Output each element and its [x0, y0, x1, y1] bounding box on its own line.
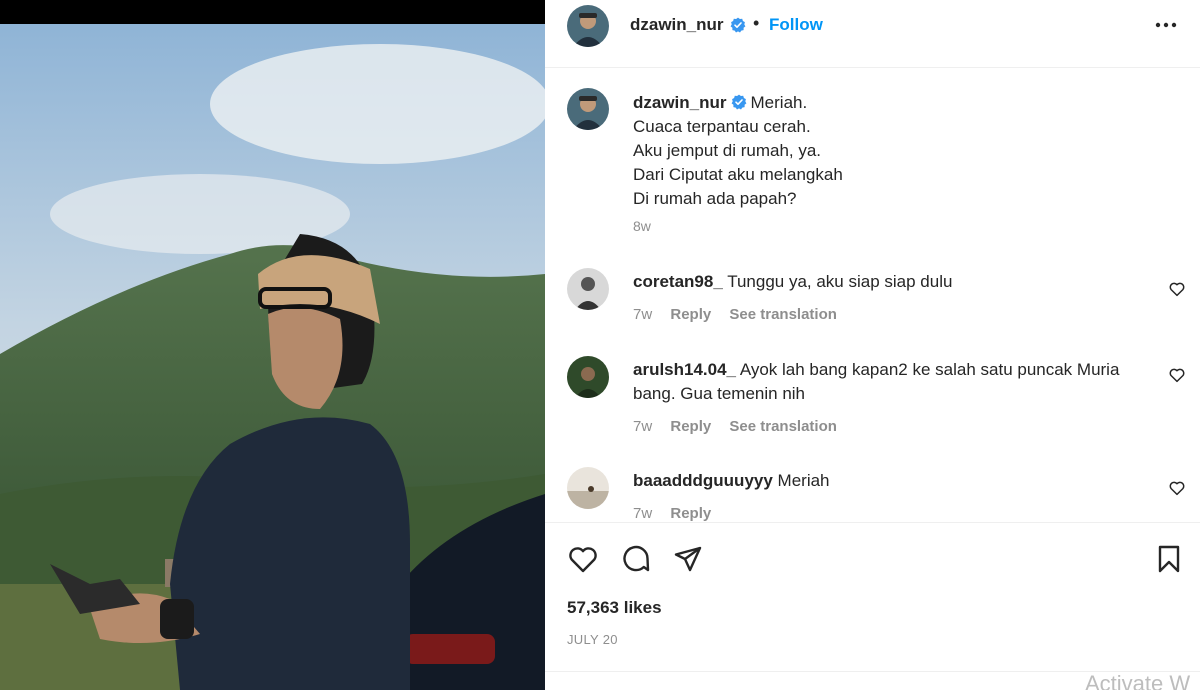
comment-time: 7w	[633, 505, 653, 522]
comment-meta: 7w Reply See translation	[633, 306, 851, 323]
comment-text: Tunggu ya, aku siap siap dulu	[727, 272, 953, 291]
post-details-panel: dzawin_nur • Follow dzawin_nur Meriah. C…	[545, 0, 1200, 690]
comment-time: 7w	[633, 418, 653, 435]
heart-icon[interactable]	[1168, 366, 1186, 384]
heart-icon[interactable]	[1168, 280, 1186, 298]
comment-body: arulsh14.04_ Ayok lah bang kapan2 ke sal…	[633, 358, 1153, 406]
reply-button[interactable]: Reply	[670, 505, 711, 522]
caption-line: Aku jemput di rumah, ya.	[633, 141, 822, 160]
reply-button[interactable]: Reply	[670, 418, 711, 435]
comment-avatar[interactable]	[567, 467, 609, 509]
comment-icon[interactable]	[620, 543, 652, 575]
author-username[interactable]: dzawin_nur	[630, 15, 724, 35]
comment-username[interactable]: arulsh14.04_	[633, 360, 736, 379]
caption-line: Di rumah ada papah?	[633, 189, 797, 208]
follow-button[interactable]: Follow	[769, 15, 823, 35]
os-activation-watermark: Activate W	[1085, 671, 1191, 690]
comment-time: 7w	[633, 306, 653, 323]
comment-meta: 7w Reply See translation	[633, 418, 851, 435]
comment-body: baaadddguuuyyy Meriah	[633, 469, 1153, 493]
see-translation-button[interactable]: See translation	[729, 306, 837, 323]
post-photo[interactable]	[0, 24, 545, 690]
heart-icon[interactable]	[567, 543, 599, 575]
like-count[interactable]: 57,363 likes	[567, 598, 662, 618]
caption-text: dzawin_nur Meriah. Cuaca terpantau cerah…	[633, 91, 1153, 211]
see-translation-button[interactable]: See translation	[729, 418, 837, 435]
comment-username[interactable]: baaadddguuuyyy	[633, 471, 773, 490]
comments-list[interactable]: coretan98_ Tunggu ya, aku siap siap dulu…	[545, 260, 1200, 522]
verified-badge-icon	[731, 94, 746, 110]
caption-author-username[interactable]: dzawin_nur	[633, 93, 727, 112]
comment-username[interactable]: coretan98_	[633, 272, 723, 291]
bookmark-icon[interactable]	[1153, 543, 1185, 575]
post-photo-panel	[0, 0, 545, 690]
verified-badge-icon	[730, 17, 746, 33]
post-header: dzawin_nur • Follow	[545, 0, 1200, 68]
separator-dot: •	[753, 13, 760, 33]
post-actions: 57,363 likes JULY 20 Activate W	[545, 522, 1200, 690]
comment-avatar[interactable]	[567, 268, 609, 310]
reply-button[interactable]: Reply	[670, 306, 711, 323]
caption-timestamp[interactable]: 8w	[633, 218, 651, 234]
author-avatar[interactable]	[567, 5, 609, 47]
caption-line: Dari Ciputat aku melangkah	[633, 165, 843, 184]
share-icon[interactable]	[672, 543, 704, 575]
heart-icon[interactable]	[1168, 479, 1186, 497]
comment-avatar[interactable]	[567, 356, 609, 398]
comment-text: Meriah	[777, 471, 830, 490]
caption-line: Meriah.	[750, 93, 808, 112]
more-options-icon[interactable]	[1153, 14, 1179, 36]
caption-line: Cuaca terpantau cerah.	[633, 117, 811, 136]
caption-author-avatar[interactable]	[567, 88, 609, 130]
comment-body: coretan98_ Tunggu ya, aku siap siap dulu	[633, 270, 1153, 294]
post-date[interactable]: JULY 20	[567, 632, 618, 647]
comment-meta: 7w Reply	[633, 505, 725, 522]
